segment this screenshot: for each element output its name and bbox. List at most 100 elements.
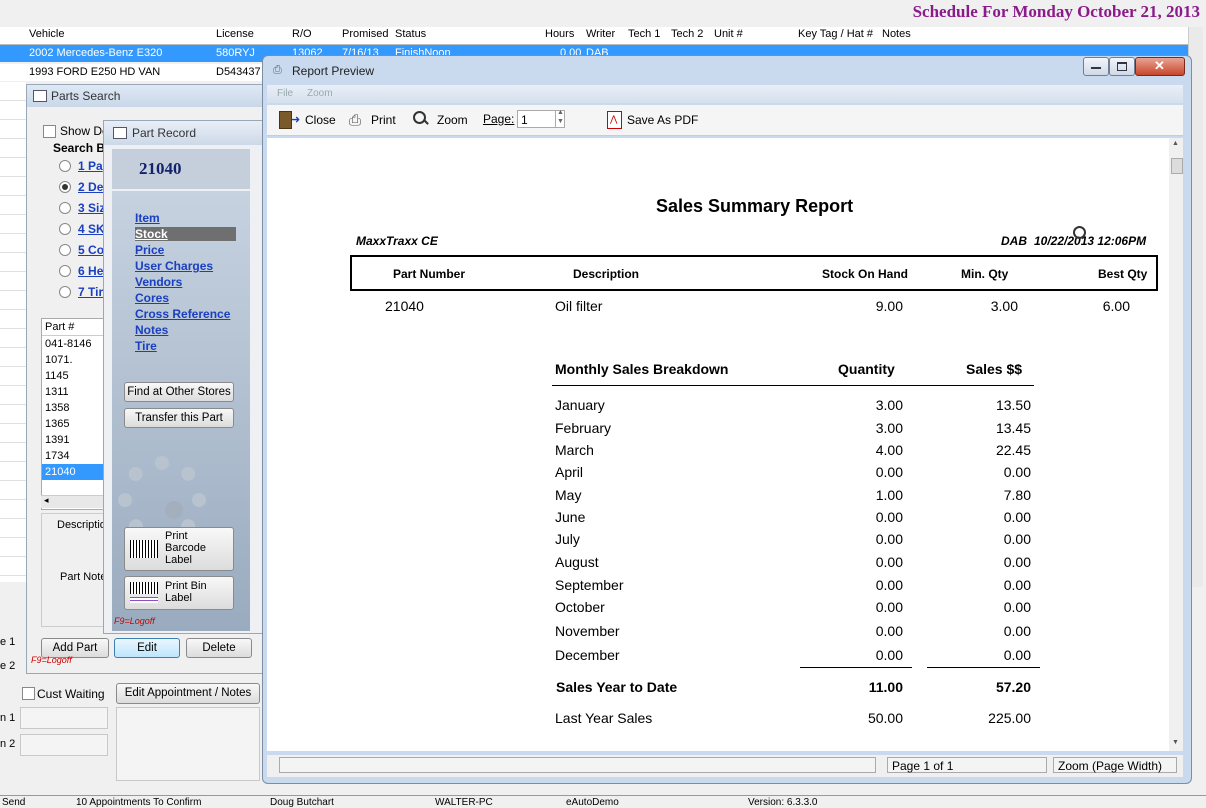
print-barcode-button[interactable]: Print Barcode Label	[124, 527, 234, 571]
menu-zoom[interactable]: Zoom	[307, 88, 333, 99]
col-license[interactable]: License	[216, 28, 254, 40]
search-option-label[interactable]: 1 Pa	[78, 159, 103, 173]
nav-vendors[interactable]: Vendors	[135, 275, 182, 289]
search-option-label[interactable]: 2 De	[78, 180, 103, 194]
part-record-titlebar[interactable]: Part Record	[104, 121, 264, 145]
status-send[interactable]: Send	[2, 797, 25, 808]
status-page: Page 1 of 1	[887, 757, 1047, 773]
col-status[interactable]: Status	[395, 28, 426, 40]
sales-header: Sales $$	[966, 361, 1023, 377]
search-option-label[interactable]: 4 SK	[78, 222, 105, 236]
spin-up-icon[interactable]: ▲	[557, 109, 564, 116]
nav-cross-reference[interactable]: Cross Reference	[135, 307, 230, 321]
nav-tire[interactable]: Tire	[135, 339, 157, 353]
zoom-button[interactable]: Zoom	[411, 109, 469, 131]
edit-appointment-button[interactable]: Edit Appointment / Notes	[116, 683, 260, 704]
month-qty: 0.00	[875, 577, 903, 593]
nav-user-charges[interactable]: User Charges	[135, 259, 213, 273]
delete-button[interactable]: Delete	[186, 638, 252, 658]
search-option-radio[interactable]	[59, 223, 71, 235]
save-pdf-button[interactable]: ⋀ Save As PDF	[605, 109, 701, 131]
nav-stock-active[interactable]: Stock	[135, 227, 236, 241]
cust-waiting-checkbox[interactable]	[22, 687, 35, 700]
month-label: January	[555, 397, 605, 413]
nav-notes[interactable]: Notes	[135, 323, 168, 337]
report-vertical-scrollbar[interactable]: ▲ ▼	[1169, 138, 1183, 751]
page-spinner[interactable]: ▲ ▼	[555, 109, 566, 127]
month-label: July	[555, 531, 580, 547]
menu-file[interactable]: File	[277, 88, 293, 99]
zoom-cursor-icon	[1073, 226, 1086, 239]
scroll-down-icon[interactable]: ▼	[1172, 739, 1179, 746]
print-barcode-label: Print Barcode Label	[165, 530, 206, 566]
parts-search-titlebar[interactable]: Parts Search	[27, 85, 267, 107]
search-option-label[interactable]: 7 Tir	[78, 285, 103, 299]
print-label: Print	[371, 113, 396, 127]
tech-field[interactable]	[20, 734, 108, 756]
col-description: Description	[573, 267, 640, 281]
report-company: MaxxTraxx CE	[356, 234, 438, 248]
search-option-label[interactable]: 3 Siz	[78, 201, 105, 215]
gear-hub-icon	[165, 501, 183, 519]
logoff-hint: F9=Logoff	[31, 655, 72, 665]
tech-field[interactable]	[20, 707, 108, 729]
header-rule	[552, 385, 1034, 386]
month-sales: 0.00	[1003, 554, 1031, 570]
col-writer[interactable]: Writer	[586, 28, 615, 40]
col-unit[interactable]: Unit #	[714, 28, 743, 40]
page-label: Page:	[483, 112, 515, 126]
close-report-button[interactable]: ➜ Close	[277, 109, 336, 131]
col-tech2[interactable]: Tech 2	[671, 28, 703, 40]
close-window-button[interactable]: ✕	[1135, 57, 1185, 76]
col-vehicle[interactable]: Vehicle	[29, 28, 64, 40]
search-option-radio[interactable]	[59, 160, 71, 172]
printer-icon: ⎙	[273, 64, 282, 76]
minimize-button[interactable]	[1083, 57, 1109, 76]
col-promised[interactable]: Promised	[342, 28, 388, 40]
print-bin-button[interactable]: Print Bin Label	[124, 576, 234, 610]
month-sales: 0.00	[1003, 464, 1031, 480]
report-preview-window: ⎙ Report Preview ✕ File Zoom ➜ Close ⎙ P…	[262, 55, 1192, 784]
month-qty: 0.00	[875, 509, 903, 525]
bay-label: n 1	[0, 712, 16, 724]
search-option-radio[interactable]	[59, 265, 71, 277]
edit-button[interactable]: Edit	[114, 638, 180, 658]
month-sales: 13.50	[995, 397, 1031, 413]
last-year-qty: 50.00	[867, 710, 903, 726]
col-hours[interactable]: Hours	[545, 28, 574, 40]
part-number-value: 21040	[385, 298, 424, 314]
find-other-stores-button[interactable]: Find at Other Stores	[124, 382, 234, 402]
part-record-window: Part Record 21040 Item Stock Price User …	[103, 120, 265, 634]
nav-price[interactable]: Price	[135, 243, 164, 257]
scroll-up-icon[interactable]: ▲	[1172, 140, 1179, 147]
search-option-radio[interactable]	[59, 286, 71, 298]
status-version: Version: 6.3.3.0	[748, 797, 818, 808]
col-ro[interactable]: R/O	[292, 28, 312, 40]
schedule-time-column	[0, 82, 26, 582]
col-notes[interactable]: Notes	[882, 28, 911, 40]
print-button[interactable]: ⎙ Print	[347, 109, 399, 131]
nav-item[interactable]: Item	[135, 211, 160, 225]
transfer-part-button[interactable]: Transfer this Part	[124, 408, 234, 428]
search-option-radio[interactable]	[59, 244, 71, 256]
search-option-label[interactable]: 6 He	[78, 264, 103, 278]
bin-label-icon	[130, 582, 158, 594]
search-option-label[interactable]: 5 Co	[78, 243, 104, 257]
search-option-radio[interactable]	[59, 181, 71, 193]
maximize-button[interactable]	[1109, 57, 1135, 76]
col-tech1[interactable]: Tech 1	[628, 28, 660, 40]
month-sales: 0.00	[1003, 623, 1031, 639]
status-zoom: Zoom (Page Width)	[1053, 757, 1177, 773]
search-option-radio[interactable]	[59, 202, 71, 214]
month-label: May	[555, 487, 582, 503]
scroll-thumb[interactable]	[1171, 158, 1183, 174]
show-details-checkbox[interactable]	[43, 125, 56, 138]
status-appointments: 10 Appointments To Confirm	[76, 797, 202, 808]
min-qty-value: 3.00	[990, 298, 1018, 314]
notes-field[interactable]	[116, 707, 260, 781]
col-keytag[interactable]: Key Tag / Hat #	[798, 28, 873, 40]
scroll-left-icon[interactable]: ◂	[44, 495, 49, 506]
spin-down-icon[interactable]: ▼	[557, 118, 564, 125]
nav-cores[interactable]: Cores	[135, 291, 169, 305]
search-by-label: Search B	[53, 141, 106, 155]
